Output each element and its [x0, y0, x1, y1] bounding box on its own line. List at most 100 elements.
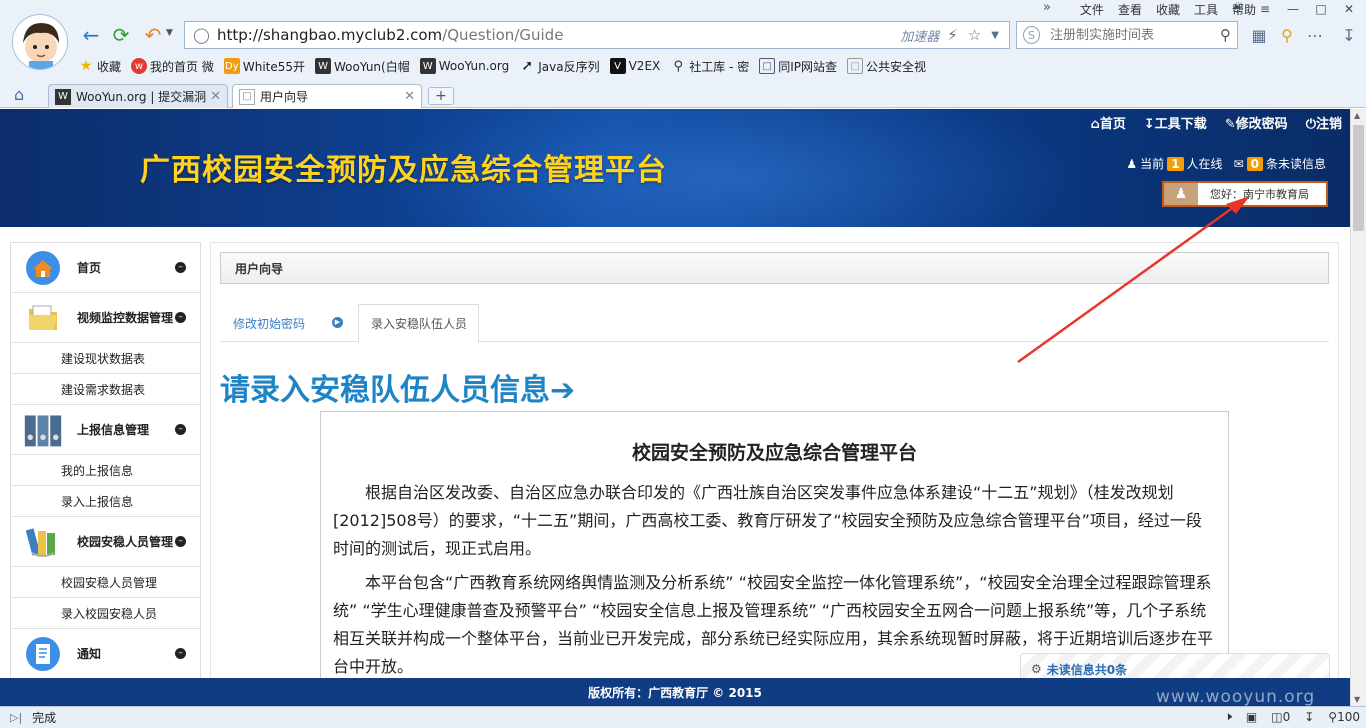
bookmark-item[interactable]: □ 公共安全视: [847, 58, 926, 75]
speaker-icon[interactable]: 🕨: [1224, 709, 1232, 724]
nav-logout[interactable]: ⏻注销: [1306, 113, 1342, 132]
status-bar: ▷| 完成 🕨 ▣ ◫0 ↧ ⚲100: [0, 706, 1366, 728]
user-avatar[interactable]: [12, 14, 68, 70]
online-count: 1: [1167, 156, 1184, 171]
back-icon[interactable]: ←: [78, 22, 104, 48]
vertical-scrollbar[interactable]: ▲ ▼: [1350, 109, 1366, 706]
close-button[interactable]: ✕: [1338, 0, 1360, 18]
unread-count[interactable]: 0: [1246, 156, 1263, 171]
sidebar-item-notice[interactable]: 通知 –: [11, 629, 200, 679]
sidebar-item-label: 首页: [77, 261, 102, 275]
sidebar-subitem[interactable]: 录入上报信息: [11, 486, 200, 517]
top-nav: ⌂首页 ↧工具下载 ✎修改密码 ⏻注销: [1091, 113, 1342, 132]
collapse-icon[interactable]: –: [175, 312, 186, 323]
bookmark-item[interactable]: w 我的首页 微: [131, 58, 214, 75]
sidebar-subitem[interactable]: 录入校园安稳人员: [11, 598, 200, 629]
breadcrumb: 用户向导: [220, 252, 1329, 284]
bookmark-item[interactable]: W WooYun(白帽: [315, 58, 410, 75]
bookmark-item[interactable]: ⚲ 社工库 - 密: [670, 58, 749, 75]
folder-icon: [23, 298, 63, 338]
search-box[interactable]: S ⚲: [1016, 21, 1238, 49]
close-icon[interactable]: ✕: [210, 89, 221, 104]
binders-icon: [23, 410, 63, 450]
collapse-icon[interactable]: –: [175, 424, 186, 435]
accelerator-label[interactable]: 加速器: [900, 26, 939, 45]
shield-status-icon[interactable]: ◫0: [1271, 710, 1290, 724]
wooyun-icon: W: [419, 58, 436, 74]
status-text: 完成: [32, 711, 57, 725]
gear-icon: ⚙: [1031, 662, 1042, 676]
menu-file[interactable]: 文件: [1080, 1, 1104, 18]
sidebar-item-label: 视频监控数据管理: [77, 311, 174, 325]
reader-icon[interactable]: ▦: [1248, 24, 1270, 46]
minimize-button[interactable]: —: [1282, 0, 1304, 18]
tab-label: WooYun.org | 提交漏洞: [76, 90, 207, 104]
nav-change-password[interactable]: ✎修改密码: [1225, 113, 1288, 132]
scroll-up-icon[interactable]: ▲: [1354, 111, 1360, 120]
refresh-icon[interactable]: ⟳: [108, 22, 134, 48]
collapse-icon[interactable]: –: [175, 262, 186, 273]
scroll-thumb[interactable]: [1353, 125, 1364, 231]
play-icon[interactable]: ▷|: [10, 711, 22, 724]
nav-home[interactable]: ⌂首页: [1091, 113, 1126, 132]
lightning-icon[interactable]: ⚡: [947, 26, 958, 44]
step-add-security-staff[interactable]: 录入安稳队伍人员: [358, 304, 479, 343]
download-status-icon[interactable]: ↧: [1304, 710, 1314, 724]
bookmark-item[interactable]: □ 同IP网站查: [759, 58, 837, 75]
search-engine-icon[interactable]: S: [1023, 26, 1040, 44]
bookmark-item[interactable]: V V2EX: [609, 58, 660, 74]
more-icon[interactable]: ⋯: [1304, 24, 1326, 46]
menu-view[interactable]: 查看: [1118, 1, 1142, 18]
home-icon[interactable]: ⌂: [14, 85, 24, 104]
window-icon[interactable]: ▣: [1246, 710, 1257, 724]
bookmark-item[interactable]: W WooYun.org: [419, 58, 509, 74]
menu-expand-icon[interactable]: »: [1043, 0, 1051, 15]
new-tab-button[interactable]: +: [428, 87, 454, 105]
sidebar-item-home[interactable]: 首页 –: [11, 243, 200, 293]
sidebar-subitem[interactable]: 我的上报信息: [11, 455, 200, 486]
close-icon[interactable]: ✕: [404, 89, 415, 104]
undo-dropdown-icon[interactable]: ▼: [166, 28, 173, 38]
sidebar-subitem[interactable]: 校园安稳人员管理: [11, 567, 200, 598]
url-text[interactable]: http://shangbao.myclub2.com/Question/Gui…: [217, 26, 900, 44]
sidebar-item-report[interactable]: 上报信息管理 –: [11, 405, 200, 455]
key-icon[interactable]: ⚲: [1276, 24, 1298, 46]
undo-icon[interactable]: ↶: [140, 22, 166, 48]
unread-popup-text: 未读信息共0条: [1046, 662, 1128, 677]
search-input[interactable]: [1050, 27, 1220, 43]
collapse-icon[interactable]: –: [175, 536, 186, 547]
search-icon[interactable]: ⚲: [1220, 26, 1231, 44]
tab-strip: ⌂ W WooYun.org | 提交漏洞 ✕ □ 用户向导 ✕ +: [0, 82, 1366, 108]
lightning-icon: ➚: [521, 58, 534, 74]
menu-favorites[interactable]: 收藏: [1156, 1, 1180, 18]
menu-tools[interactable]: 工具: [1194, 1, 1218, 18]
bookmark-item[interactable]: Dy White55开: [223, 58, 305, 75]
skin-icon[interactable]: ☔: [1226, 0, 1248, 18]
doc-title: 校园安全预防及应急综合管理平台: [631, 442, 917, 464]
zoom-level[interactable]: ⚲100: [1328, 710, 1360, 724]
tools-icon[interactable]: ≡: [1254, 0, 1276, 18]
page-title[interactable]: 请录入安稳队伍人员信息➔: [220, 365, 575, 409]
download-icon[interactable]: ↧: [1338, 24, 1360, 46]
tab-user-guide[interactable]: □ 用户向导 ✕: [232, 84, 422, 108]
star-icon[interactable]: ☆: [968, 26, 981, 44]
dy-icon: Dy: [223, 58, 240, 74]
tab-wooyun[interactable]: W WooYun.org | 提交漏洞 ✕: [48, 84, 228, 108]
sidebar-subitem[interactable]: 建设现状数据表: [11, 343, 200, 374]
sidebar-item-security-staff[interactable]: 校园安稳人员管理 –: [11, 517, 200, 567]
collapse-icon[interactable]: –: [175, 648, 186, 659]
scroll-down-icon[interactable]: ▼: [1354, 695, 1360, 704]
chevron-down-icon[interactable]: ▼: [991, 30, 999, 41]
envelope-icon: ✉: [1233, 156, 1244, 171]
sidebar-subitem[interactable]: 建设需求数据表: [11, 374, 200, 405]
welcome-box[interactable]: ♟ 您好：南宁市教育局: [1162, 181, 1328, 207]
star-icon: ★: [79, 58, 93, 74]
step-change-password[interactable]: 修改初始密码: [233, 304, 305, 342]
bookmark-item[interactable]: ➚ Java反序列: [519, 58, 599, 75]
sidebar: 首页 – 视频监控数据管理 – 建设现状数据表 建设需求数据表 上报信息管理 –…: [10, 242, 201, 682]
nav-tool-download[interactable]: ↧工具下载: [1144, 113, 1207, 132]
bookmark-item[interactable]: ★ 收藏: [78, 58, 121, 75]
sidebar-item-video[interactable]: 视频监控数据管理 –: [11, 293, 200, 343]
maximize-button[interactable]: □: [1310, 0, 1332, 18]
address-bar[interactable]: ◯ http://shangbao.myclub2.com/Question/G…: [184, 21, 1010, 49]
